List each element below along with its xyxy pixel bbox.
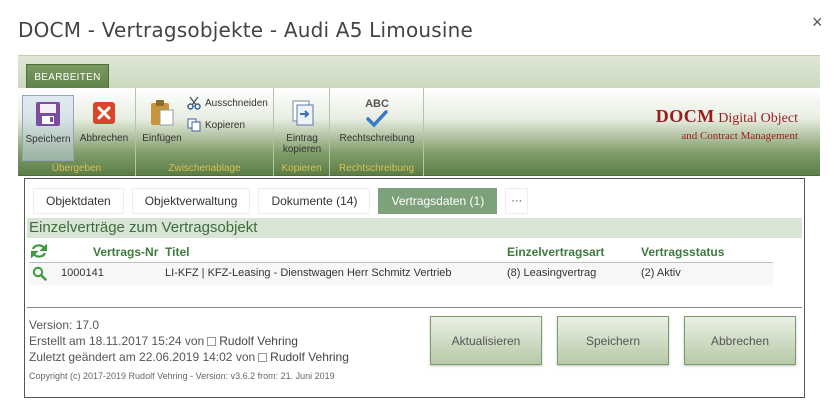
tab-objektverwaltung[interactable]: Objektverwaltung: [131, 188, 251, 214]
refresh-button[interactable]: Aktualisieren: [430, 316, 542, 365]
column-header-title[interactable]: Titel: [165, 245, 189, 259]
clipboard-paste-icon: [146, 97, 178, 129]
column-header-nr[interactable]: Vertrags-Nr: [93, 245, 158, 259]
tab-more[interactable]: ···: [505, 188, 529, 214]
cancel-button[interactable]: Abbrechen: [684, 316, 796, 365]
group-label-zwischenablage: Zwischenablage: [168, 163, 241, 174]
ribbon-copy-entry-button[interactable]: Eintrag kopieren: [278, 97, 326, 155]
copy-label: Kopieren: [205, 119, 246, 131]
document-copy-icon: [286, 97, 318, 129]
created-user-checkbox: [207, 337, 217, 346]
modified-user: Rudolf Vehring: [270, 350, 349, 364]
tab-objektdaten[interactable]: Objektdaten: [33, 188, 124, 214]
close-icon[interactable]: ×: [812, 12, 823, 33]
copy-icon: [186, 117, 202, 133]
ribbon-copy-button[interactable]: Kopieren: [186, 117, 245, 133]
brand-tagline-1: Digital Object: [718, 111, 798, 126]
created-user: Rudolf Vehring: [219, 334, 298, 348]
copy-entry-label-2: kopieren: [282, 144, 322, 155]
content-panel: Objektdaten Objektverwaltung Dokumente (…: [24, 178, 805, 398]
cancel-x-icon: [88, 97, 120, 129]
column-header-status[interactable]: Vertragsstatus: [641, 245, 724, 259]
spelling-label: Rechtschreibung: [339, 133, 415, 144]
brand-logo: DOCM Digital Object and Contract Managem…: [656, 106, 798, 142]
refresh-grid-icon[interactable]: [30, 243, 48, 261]
copyright-text: Copyright (c) 2017-2019 Rudolf Vehring -…: [29, 371, 335, 381]
tab-bar: Objektdaten Objektverwaltung Dokumente (…: [33, 188, 529, 214]
version-text: Version: 17.0: [29, 318, 100, 332]
cancel-label: Abbrechen: [79, 133, 129, 144]
ribbon-tab-strip: BEARBEITEN: [18, 55, 820, 89]
ribbon-group-rechtschreibung: ABC Rechtschreibung Rechtschreibung: [330, 88, 424, 176]
scissors-icon: [186, 95, 202, 111]
copy-entry-label-1: Eintrag: [286, 133, 318, 144]
modified-prefix: Zuletzt geändert am 22.06.2019 14:02 von: [29, 350, 256, 364]
cell-title: LI-KFZ | KFZ-Leasing - Dienstwagen Herr …: [165, 267, 452, 279]
floppy-disk-icon: [32, 98, 64, 130]
ribbon-group-kopieren: Eintrag kopieren Kopieren: [274, 88, 330, 176]
grid-header: Vertrags-Nr Titel Einzelvertragsart Vert…: [29, 241, 773, 263]
column-header-type[interactable]: Einzelvertragsart: [507, 245, 604, 259]
ribbon-tab-bearbeiten[interactable]: BEARBEITEN: [26, 64, 109, 89]
tab-dokumente[interactable]: Dokumente (14): [258, 188, 371, 214]
tab-vertragsdaten[interactable]: Vertragsdaten (1): [378, 188, 498, 214]
magnifier-icon[interactable]: [32, 266, 47, 284]
ribbon-group-uebergeben: Speichern Abbrechen Übergeben: [18, 88, 136, 176]
window-title: DOCM - Vertragsobjekte - Audi A5 Limousi…: [18, 18, 474, 42]
modified-user-checkbox: [258, 353, 268, 362]
ribbon-paste-button[interactable]: Einfügen: [140, 97, 184, 144]
group-label-uebergeben: Übergeben: [51, 163, 102, 174]
modified-info: Zuletzt geändert am 22.06.2019 14:02 von…: [29, 350, 349, 364]
created-info: Erstellt am 18.11.2017 15:24 von Rudolf V…: [29, 334, 298, 348]
table-row[interactable]: 1000141 LI-KFZ | KFZ-Leasing - Dienstwag…: [29, 263, 773, 285]
group-label-rechtschreibung: Rechtschreibung: [338, 163, 415, 174]
brand-tagline-2: and Contract Management: [681, 130, 798, 142]
cut-label: Ausschneiden: [205, 97, 268, 109]
paste-label: Einfügen: [142, 133, 182, 144]
spellcheck-icon: ABC: [361, 97, 393, 129]
ribbon: Speichern Abbrechen Übergeben Einfügen A…: [18, 88, 820, 176]
cell-type: (8) Leasingvertrag: [507, 267, 597, 279]
contracts-grid: Vertrags-Nr Titel Einzelvertragsart Vert…: [29, 241, 773, 285]
ribbon-group-zwischenablage: Einfügen Ausschneiden Kopieren Zwischena: [136, 88, 274, 176]
created-prefix: Erstellt am 18.11.2017 15:24 von: [29, 334, 205, 348]
spellcheck-abc-text: ABC: [365, 97, 389, 110]
ribbon-spelling-button[interactable]: ABC Rechtschreibung: [336, 97, 418, 144]
cell-nr: 1000141: [61, 267, 104, 279]
ribbon-save-button[interactable]: Speichern: [22, 95, 74, 161]
group-label-kopieren: Kopieren: [281, 163, 322, 174]
save-button[interactable]: Speichern: [557, 316, 669, 365]
ribbon-cancel-button[interactable]: Abbrechen: [76, 97, 132, 144]
save-label: Speichern: [25, 134, 71, 145]
cell-status: (2) Aktiv: [641, 267, 681, 279]
ribbon-cut-button[interactable]: Ausschneiden: [186, 95, 268, 111]
divider: [27, 307, 802, 308]
brand-name: DOCM: [655, 106, 715, 126]
section-title: Einzelverträge zum Vertragsobjekt: [27, 218, 802, 238]
